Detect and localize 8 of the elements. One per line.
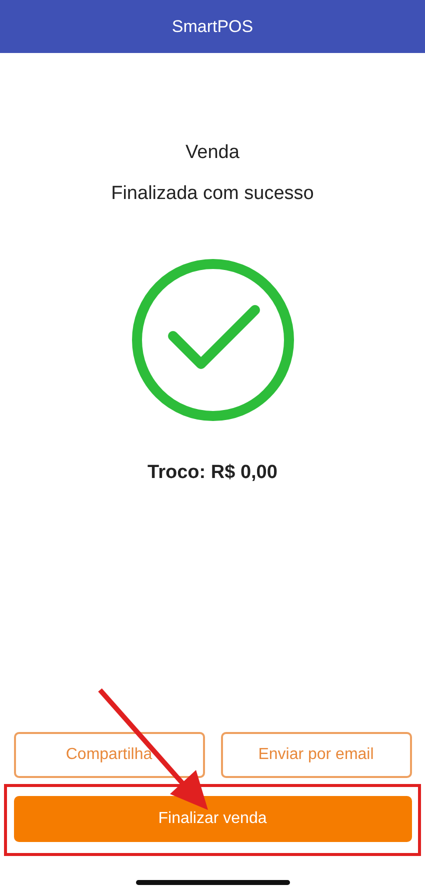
share-button[interactable]: Compartilha bbox=[14, 732, 204, 778]
sale-title: Venda bbox=[186, 141, 240, 165]
app-title: SmartPOS bbox=[172, 16, 254, 36]
change-amount: Troco: R$ 0,00 bbox=[148, 461, 278, 485]
success-message: Finalizada com sucesso bbox=[111, 182, 314, 206]
finish-sale-button[interactable]: Finalizar venda bbox=[14, 796, 412, 842]
email-button[interactable]: Enviar por email bbox=[220, 732, 412, 778]
checkmark-circle-icon bbox=[130, 258, 294, 422]
